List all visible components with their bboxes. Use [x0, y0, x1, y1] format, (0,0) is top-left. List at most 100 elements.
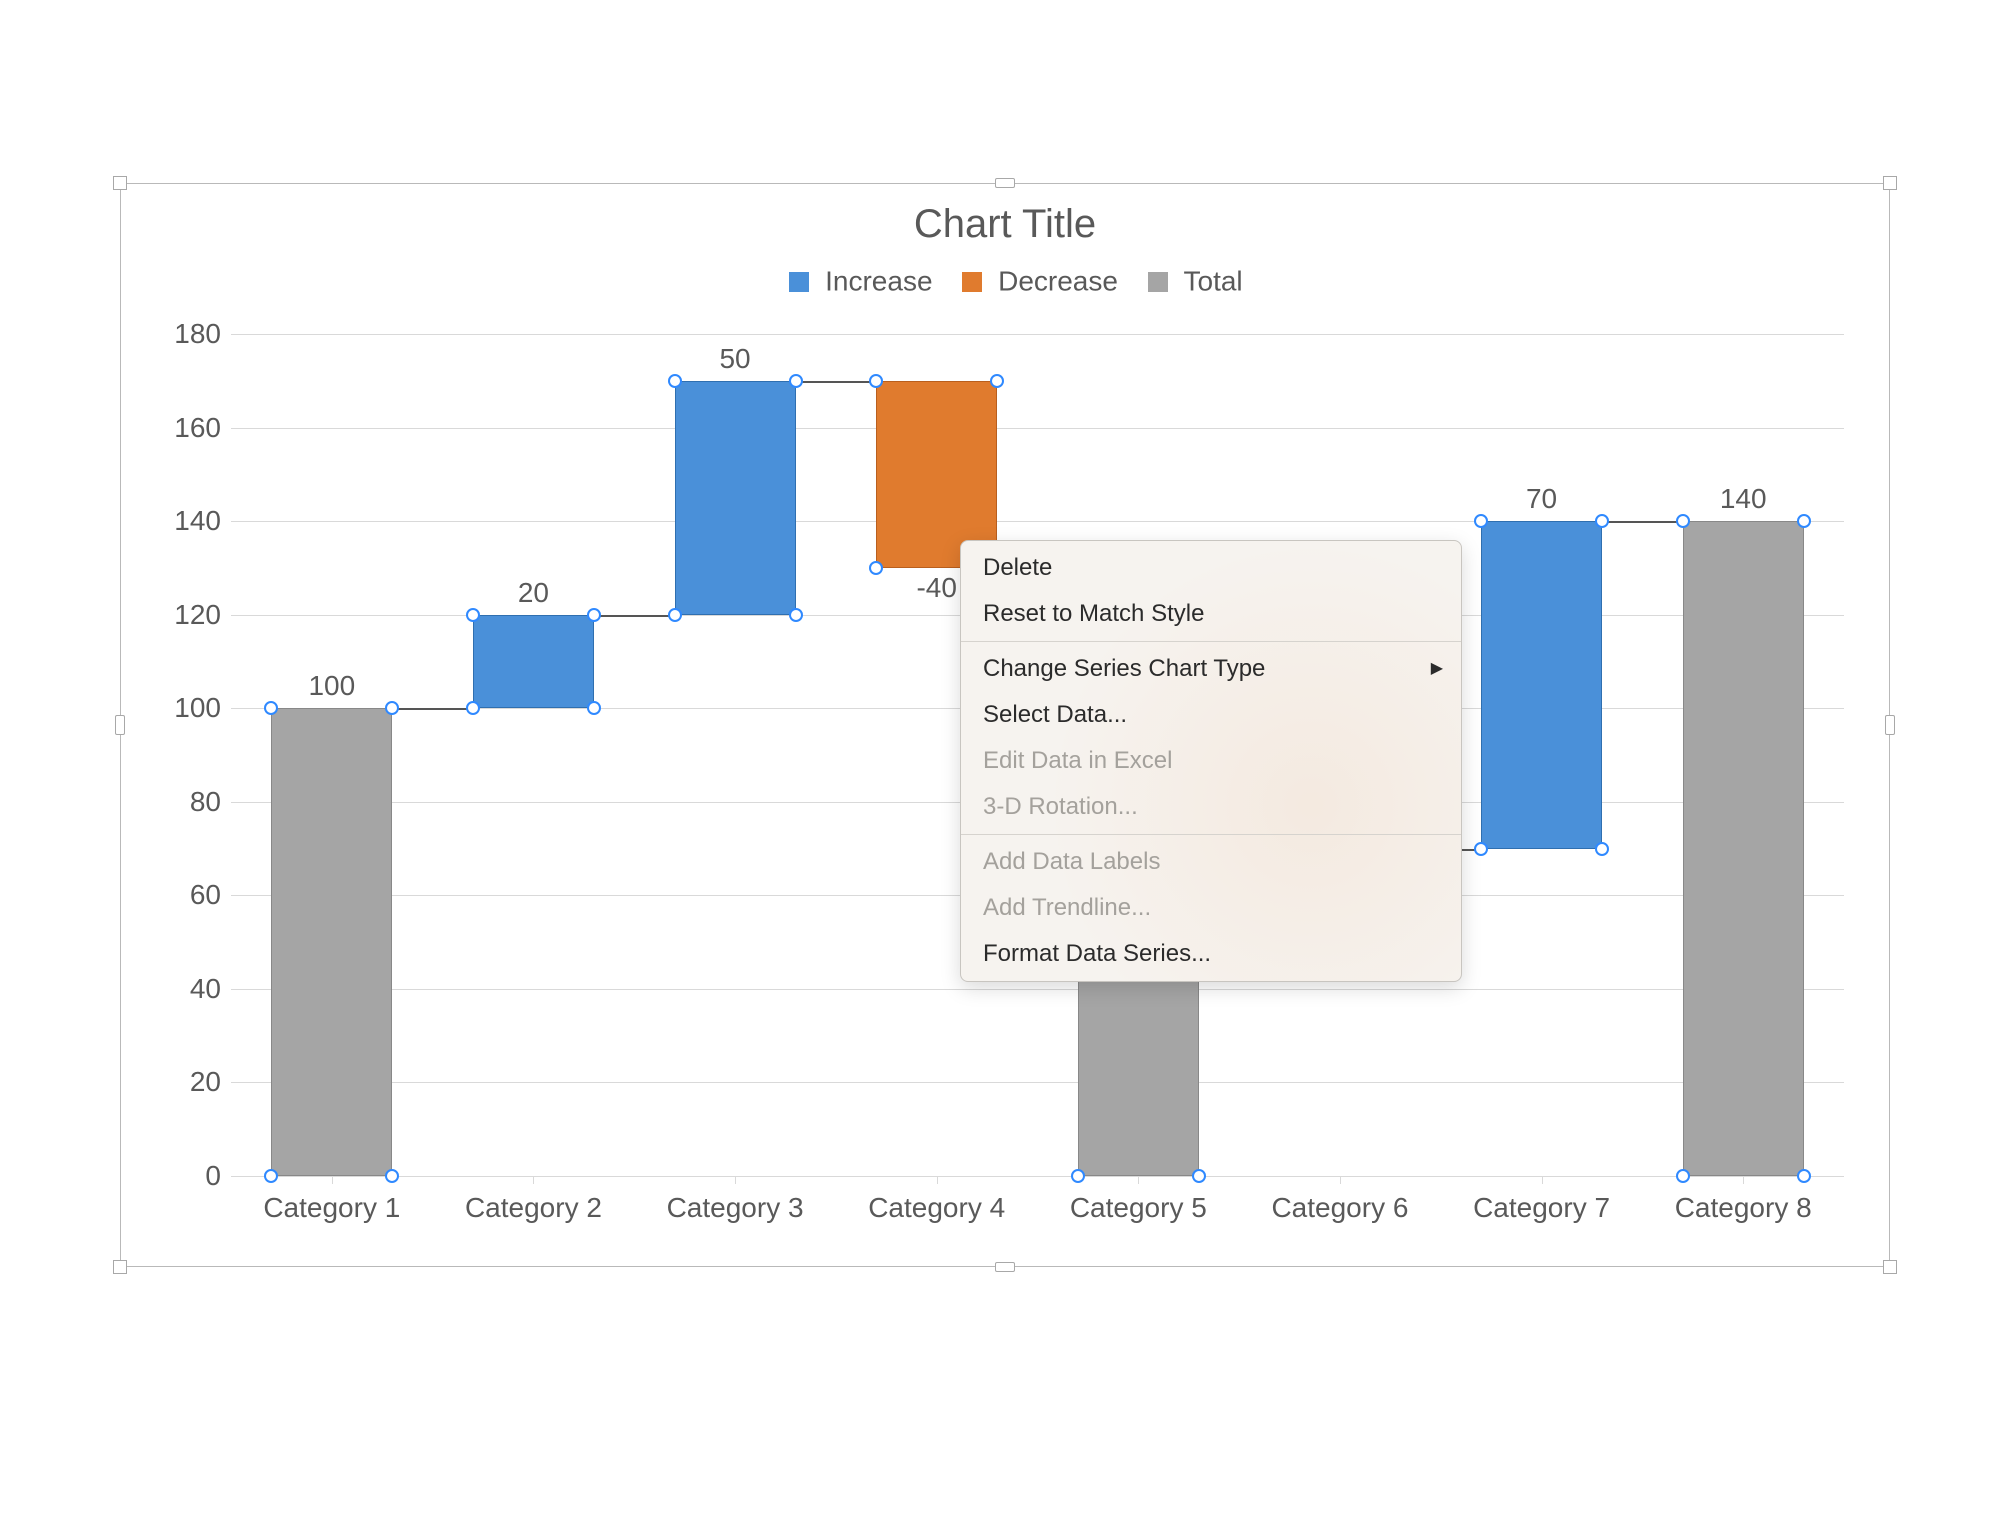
series-selection-handle[interactable]	[1192, 1169, 1206, 1183]
series-selection-handle[interactable]	[466, 701, 480, 715]
x-axis-tick-label: Category 6	[1271, 1192, 1408, 1224]
data-label: 50	[719, 343, 750, 375]
x-axis-tick-label: Category 3	[667, 1192, 804, 1224]
data-label: -40	[916, 572, 956, 604]
series-selection-handle[interactable]	[466, 608, 480, 622]
x-axis-tick	[1542, 1176, 1543, 1184]
y-axis-tick-label: 0	[151, 1160, 221, 1192]
menu-item: Edit Data in Excel	[961, 738, 1461, 784]
menu-item: Add Data Labels	[961, 839, 1461, 885]
gridline	[231, 428, 1844, 429]
series-selection-handle[interactable]	[1797, 1169, 1811, 1183]
x-axis-tick	[1743, 1176, 1744, 1184]
series-selection-handle[interactable]	[869, 374, 883, 388]
series-selection-handle[interactable]	[587, 608, 601, 622]
data-label: 100	[308, 670, 355, 702]
resize-handle-bottom[interactable]	[995, 1262, 1015, 1272]
series-selection-handle[interactable]	[385, 701, 399, 715]
gridline	[231, 989, 1844, 990]
resize-handle-bottom-right[interactable]	[1883, 1260, 1897, 1274]
menu-item: 3-D Rotation...	[961, 784, 1461, 830]
y-axis-tick-label: 160	[151, 412, 221, 444]
legend-swatch-decrease	[962, 272, 982, 292]
y-axis-tick-label: 140	[151, 505, 221, 537]
series-selection-handle[interactable]	[1676, 514, 1690, 528]
x-axis-tick-label: Category 4	[868, 1192, 1005, 1224]
connector-line	[796, 381, 877, 383]
connector-line	[392, 708, 473, 710]
menu-separator	[961, 641, 1461, 642]
y-axis-tick-label: 100	[151, 692, 221, 724]
menu-item[interactable]: Reset to Match Style	[961, 591, 1461, 637]
resize-handle-bottom-left[interactable]	[113, 1260, 127, 1274]
y-axis-tick-label: 20	[151, 1066, 221, 1098]
y-axis-tick-label: 40	[151, 973, 221, 1005]
x-axis-tick-label: Category 8	[1675, 1192, 1812, 1224]
resize-handle-left[interactable]	[115, 715, 125, 735]
menu-item[interactable]: Change Series Chart Type▶	[961, 646, 1461, 692]
series-selection-handle[interactable]	[789, 608, 803, 622]
series-selection-handle[interactable]	[668, 374, 682, 388]
series-selection-handle[interactable]	[264, 701, 278, 715]
series-selection-handle[interactable]	[668, 608, 682, 622]
menu-separator	[961, 834, 1461, 835]
y-axis-tick-label: 180	[151, 318, 221, 350]
series-selection-handle[interactable]	[264, 1169, 278, 1183]
legend-label-total: Total	[1184, 266, 1243, 297]
chart-title[interactable]: Chart Title	[121, 202, 1889, 247]
gridline	[231, 1082, 1844, 1083]
resize-handle-top[interactable]	[995, 178, 1015, 188]
bar-total[interactable]	[271, 708, 392, 1176]
series-selection-handle[interactable]	[385, 1169, 399, 1183]
bar-increase[interactable]	[1481, 521, 1602, 848]
x-axis-tick	[735, 1176, 736, 1184]
connector-line	[594, 615, 675, 617]
x-axis-tick-label: Category 1	[263, 1192, 400, 1224]
x-axis-tick-label: Category 2	[465, 1192, 602, 1224]
menu-item[interactable]: Select Data...	[961, 692, 1461, 738]
bar-increase[interactable]	[675, 381, 796, 615]
x-axis-tick	[1138, 1176, 1139, 1184]
series-selection-handle[interactable]	[990, 374, 1004, 388]
x-axis-tick	[332, 1176, 333, 1184]
bar-increase[interactable]	[473, 615, 594, 709]
series-selection-handle[interactable]	[587, 701, 601, 715]
legend-label-increase: Increase	[825, 266, 932, 297]
chart-legend[interactable]: Increase Decrease Total	[121, 264, 1889, 298]
menu-item: Add Trendline...	[961, 885, 1461, 931]
series-selection-handle[interactable]	[1676, 1169, 1690, 1183]
connector-line	[1602, 521, 1683, 523]
data-label: 70	[1526, 483, 1557, 515]
y-axis-tick-label: 80	[151, 786, 221, 818]
legend-label-decrease: Decrease	[998, 266, 1118, 297]
x-axis-tick	[937, 1176, 938, 1184]
data-label: 140	[1720, 483, 1767, 515]
submenu-arrow-icon: ▶	[1431, 652, 1443, 686]
series-selection-handle[interactable]	[1595, 842, 1609, 856]
series-selection-handle[interactable]	[1797, 514, 1811, 528]
x-axis-tick	[533, 1176, 534, 1184]
series-selection-handle[interactable]	[1071, 1169, 1085, 1183]
y-axis-tick-label: 60	[151, 879, 221, 911]
menu-item[interactable]: Format Data Series...	[961, 931, 1461, 977]
bar-total[interactable]	[1683, 521, 1804, 1176]
x-axis-tick	[1340, 1176, 1341, 1184]
canvas: Chart Title Increase Decrease Total 0 20 4…	[0, 0, 2016, 1516]
context-menu: DeleteReset to Match Style Change Series …	[960, 540, 1462, 982]
resize-handle-top-right[interactable]	[1883, 176, 1897, 190]
legend-swatch-total	[1148, 272, 1168, 292]
x-axis-tick-label: Category 5	[1070, 1192, 1207, 1224]
legend-swatch-increase	[789, 272, 809, 292]
series-selection-handle[interactable]	[1595, 514, 1609, 528]
resize-handle-top-left[interactable]	[113, 176, 127, 190]
series-selection-handle[interactable]	[1474, 842, 1488, 856]
menu-item[interactable]: Delete	[961, 545, 1461, 591]
y-axis-tick-label: 120	[151, 599, 221, 631]
resize-handle-right[interactable]	[1885, 715, 1895, 735]
series-selection-handle[interactable]	[869, 561, 883, 575]
series-selection-handle[interactable]	[789, 374, 803, 388]
gridline	[231, 1176, 1844, 1177]
x-axis-tick-label: Category 7	[1473, 1192, 1610, 1224]
series-selection-handle[interactable]	[1474, 514, 1488, 528]
gridline	[231, 334, 1844, 335]
